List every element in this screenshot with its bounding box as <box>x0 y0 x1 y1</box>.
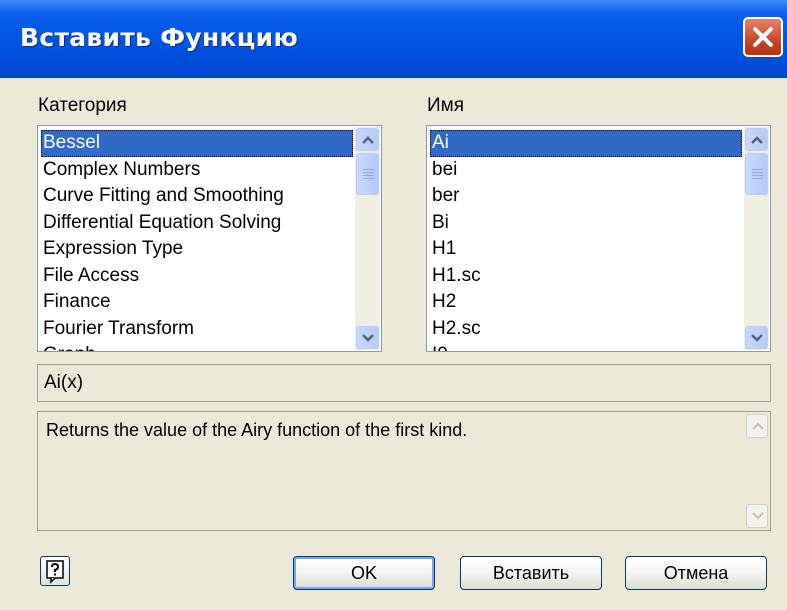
name-list-item[interactable]: I0 <box>430 342 742 351</box>
name-listbox[interactable]: AibeiberBiH1H1.scH2H2.scI0 <box>426 125 771 352</box>
category-label: Категория <box>38 95 127 116</box>
category-list-item[interactable]: Complex Numbers <box>41 157 353 184</box>
description-scroll-up-button[interactable] <box>746 414 768 438</box>
name-list-item[interactable]: ber <box>430 183 742 210</box>
arrow-down-icon <box>362 334 374 342</box>
category-list-item[interactable]: Finance <box>41 289 353 316</box>
name-scroll-up-button[interactable] <box>745 128 768 151</box>
category-listbox[interactable]: Bessel Complex Numbers Curve Fitting and S… <box>37 125 382 352</box>
insert-button[interactable]: Вставить <box>460 556 602 590</box>
name-scroll-down-button[interactable] <box>745 326 768 349</box>
arrow-down-icon <box>751 334 763 342</box>
arrow-up-icon <box>362 136 374 144</box>
arrow-up-icon <box>752 422 764 430</box>
description-text: Returns the value of the Airy function o… <box>46 420 468 440</box>
description-box: Returns the value of the Airy function o… <box>37 411 771 531</box>
description-scrollbar[interactable] <box>746 414 768 528</box>
name-list-item[interactable]: Bi <box>430 210 742 237</box>
category-scroll-thumb[interactable] <box>356 153 379 195</box>
name-list-item[interactable]: Ai <box>430 130 742 157</box>
help-button[interactable] <box>40 556 70 586</box>
category-scroll-down-button[interactable] <box>356 326 379 349</box>
help-icon <box>46 560 64 584</box>
category-scroll-up-button[interactable] <box>356 128 379 151</box>
name-label: Имя <box>427 95 465 116</box>
arrow-down-icon <box>752 512 764 520</box>
category-list-item[interactable]: Fourier Transform <box>41 316 353 343</box>
category-list-item[interactable]: Curve Fitting and Smoothing <box>41 183 353 210</box>
name-list: AibeiberBiH1H1.scH2H2.scI0 <box>430 130 742 351</box>
name-list-item[interactable]: H1 <box>430 236 742 263</box>
name-scroll-thumb[interactable] <box>745 153 768 195</box>
ok-button[interactable]: OK <box>293 556 435 590</box>
cancel-button[interactable]: Отмена <box>625 556 767 590</box>
name-list-item[interactable]: H2.sc <box>430 316 742 343</box>
category-list-item[interactable]: Expression Type <box>41 236 353 263</box>
name-list-item[interactable]: H1.sc <box>430 263 742 290</box>
window-title: Вставить Функцию <box>20 23 299 52</box>
name-list-item[interactable]: bei <box>430 157 742 184</box>
category-list-item[interactable]: Bessel <box>41 130 353 157</box>
category-list-item[interactable]: File Access <box>41 263 353 290</box>
category-scrollbar[interactable] <box>355 127 380 350</box>
title-bar[interactable]: Вставить Функцию <box>0 0 787 78</box>
arrow-up-icon <box>751 136 763 144</box>
description-scroll-down-button[interactable] <box>746 504 768 528</box>
category-list-item[interactable]: Graph <box>41 342 353 351</box>
close-button[interactable] <box>743 17 783 57</box>
insert-function-dialog: Вставить Функцию Категория Имя Bessel Com… <box>0 0 787 610</box>
category-list-item[interactable]: Differential Equation Solving <box>41 210 353 237</box>
name-scrollbar[interactable] <box>744 127 769 350</box>
close-icon <box>753 27 773 47</box>
syntax-text: Ai(x) <box>44 372 84 393</box>
category-list: Bessel Complex Numbers Curve Fitting and S… <box>41 130 353 351</box>
name-list-item[interactable]: H2 <box>430 289 742 316</box>
syntax-field: Ai(x) <box>37 364 771 402</box>
